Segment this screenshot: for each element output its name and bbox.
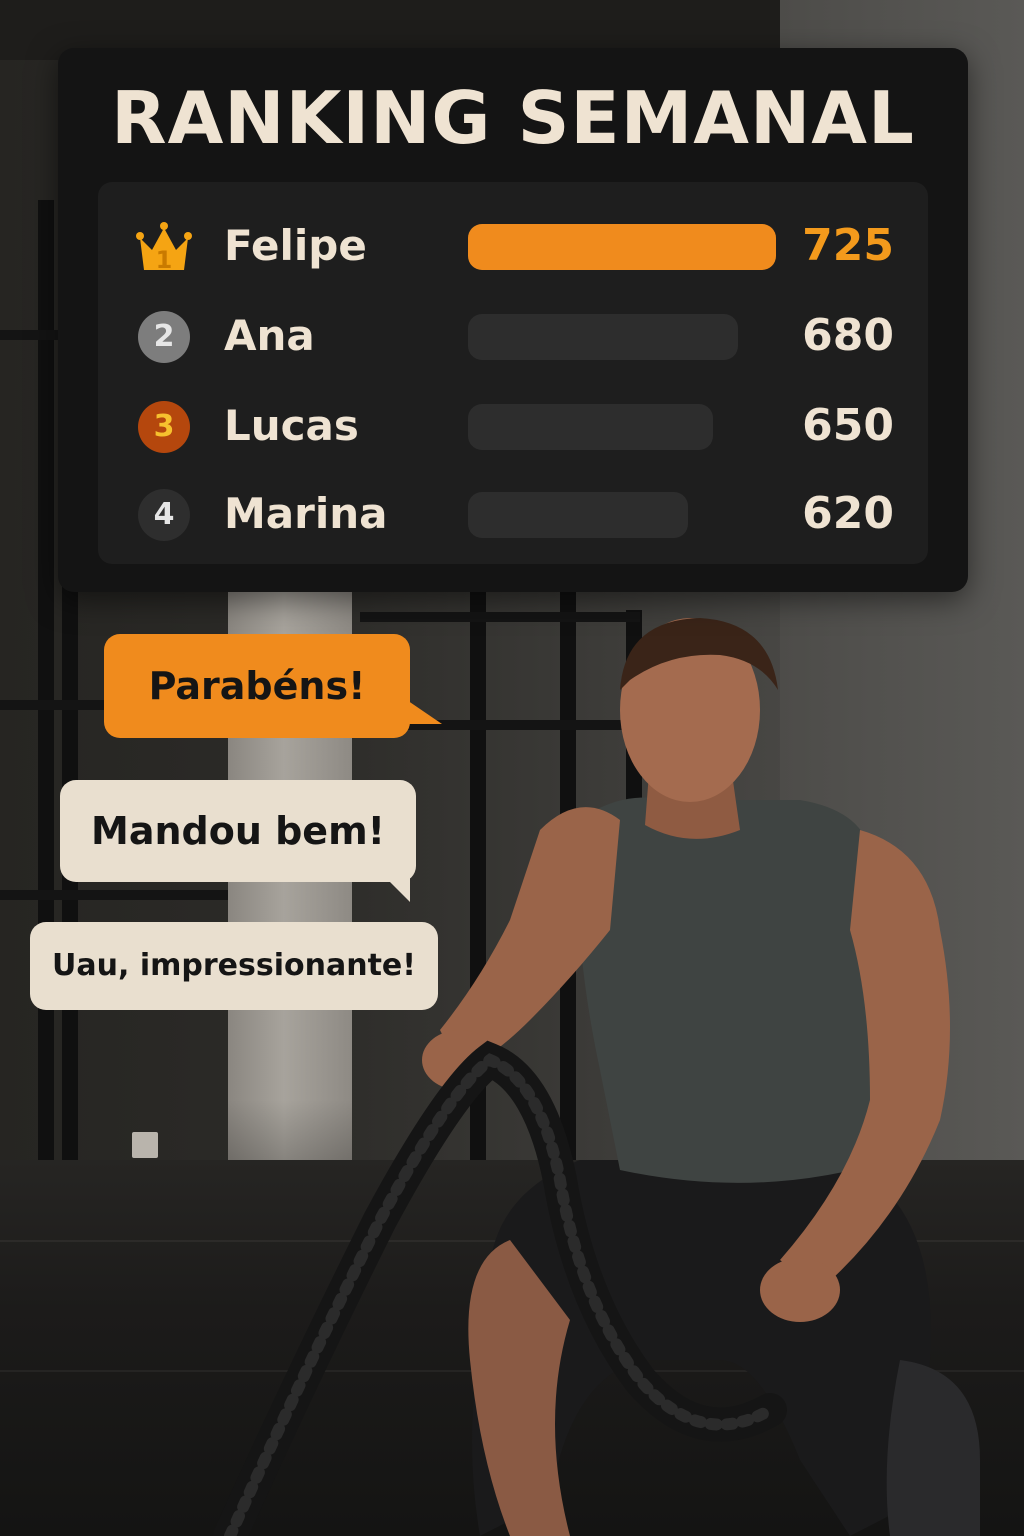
player-name: Felipe bbox=[224, 221, 367, 270]
ranking-row-3[interactable]: 3 Lucas 650 bbox=[98, 386, 928, 456]
player-score: 620 bbox=[802, 488, 894, 539]
ranking-row-1[interactable]: 1 Felipe 725 bbox=[98, 206, 928, 276]
player-score: 725 bbox=[802, 220, 894, 271]
score-bar bbox=[468, 224, 776, 270]
score-bar-fill bbox=[468, 224, 776, 270]
chat-message-text: Parabéns! bbox=[148, 664, 366, 708]
score-bar bbox=[468, 314, 738, 360]
rack-bar bbox=[0, 330, 60, 340]
player-score: 680 bbox=[802, 310, 894, 361]
player-score: 650 bbox=[802, 400, 894, 451]
bubble-tail bbox=[398, 694, 442, 724]
rank-badge-bronze: 3 bbox=[138, 401, 190, 453]
crown-icon: 1 bbox=[136, 222, 192, 274]
ranking-list: 1 Felipe 725 2 Ana 680 3 Lucas 650 4 Mar… bbox=[98, 182, 928, 564]
player-name: Marina bbox=[224, 489, 388, 538]
wall-outlet bbox=[132, 1132, 158, 1158]
score-bar bbox=[468, 404, 713, 450]
player-name: Lucas bbox=[224, 401, 359, 450]
player-name: Ana bbox=[224, 311, 315, 360]
score-bar bbox=[468, 492, 688, 538]
ranking-title: RANKING SEMANAL bbox=[111, 76, 915, 160]
athlete-figure bbox=[422, 618, 980, 1536]
ranking-row-2[interactable]: 2 Ana 680 bbox=[98, 296, 928, 366]
rank-badge: 4 bbox=[138, 489, 190, 541]
chat-bubble-congrats[interactable]: Parabéns! bbox=[104, 634, 442, 738]
chat-bubble-well-done[interactable]: Mandou bem! bbox=[60, 780, 416, 902]
chat-message-text: Uau, impressionante! bbox=[52, 948, 416, 983]
bubble-tail bbox=[384, 876, 410, 902]
chat-message-text: Mandou bem! bbox=[91, 809, 385, 853]
ranking-row-4[interactable]: 4 Marina 620 bbox=[98, 474, 928, 544]
rack-bar bbox=[0, 890, 240, 900]
rank-badge-silver: 2 bbox=[138, 311, 190, 363]
rank-number: 1 bbox=[156, 246, 173, 274]
chat-bubble-impressive[interactable]: Uau, impressionante! bbox=[30, 922, 438, 1010]
